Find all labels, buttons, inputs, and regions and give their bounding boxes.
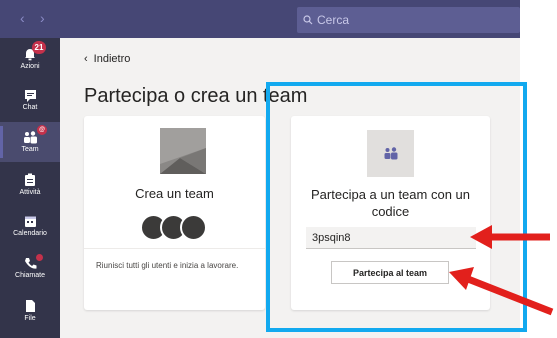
forward-arrow-icon[interactable]: › xyxy=(40,10,45,26)
search-icon xyxy=(303,15,313,25)
join-team-title: Partecipa a un team con un codice xyxy=(311,187,470,219)
rail-item-file[interactable]: File xyxy=(0,290,60,330)
join-team-card: Partecipa a un team con un codice Partec… xyxy=(291,116,490,310)
rail-label: Attività xyxy=(19,188,41,196)
rail-label: Calendario xyxy=(13,230,47,237)
rail-label: Chiamate xyxy=(15,272,45,279)
teams-window: ‹ › Cerca Azioni 21 Chat Team @ Attività xyxy=(0,0,520,338)
rail-label: Azioni xyxy=(20,62,40,70)
teams-icon xyxy=(23,131,37,144)
rail-label: Team xyxy=(21,146,39,153)
rail-label: Chat xyxy=(22,104,38,111)
create-team-title: Crea un team xyxy=(135,186,214,201)
search-box[interactable]: Cerca xyxy=(297,7,520,33)
back-arrow-icon[interactable]: ‹ xyxy=(20,10,25,26)
join-team-button[interactable]: Partecipa al team xyxy=(331,261,449,284)
page-title: Partecipa o crea un team xyxy=(84,85,308,107)
avatar-group xyxy=(140,214,220,241)
rail-label: File xyxy=(24,314,36,322)
divider xyxy=(84,248,265,249)
chat-icon xyxy=(24,90,36,102)
presence-dot xyxy=(36,254,43,261)
calendar-icon xyxy=(24,216,36,227)
rail-item-attivita[interactable]: Attività xyxy=(0,164,60,204)
back-link[interactable]: ‹ Indietro xyxy=(84,53,130,65)
search-placeholder: Cerca xyxy=(317,13,350,27)
notification-badge: 21 xyxy=(32,41,46,54)
notification-badge: @ xyxy=(37,125,47,135)
create-team-card[interactable]: Crea un team Riunisci tutti gli utenti e… xyxy=(84,116,265,310)
assignments-icon xyxy=(25,173,35,186)
rail-item-chat[interactable]: Chat xyxy=(0,80,60,120)
app-rail: Azioni 21 Chat Team @ Attività Calendari… xyxy=(0,38,60,338)
back-label: Indietro xyxy=(93,53,131,65)
avatar xyxy=(180,214,207,241)
create-team-description: Riunisci tutti gli utenti e inizia a lav… xyxy=(96,261,239,270)
rail-item-team[interactable]: Team @ xyxy=(0,122,60,162)
teams-icon xyxy=(367,130,414,177)
rail-item-chiamate[interactable]: Chiamate xyxy=(0,248,60,288)
chevron-left-icon: ‹ xyxy=(84,53,88,65)
rail-item-calendario[interactable]: Calendario xyxy=(0,206,60,246)
phone-icon xyxy=(24,258,36,269)
team-code-input[interactable] xyxy=(306,227,476,249)
create-team-image xyxy=(160,128,206,174)
rail-item-azioni[interactable]: Azioni 21 xyxy=(0,38,60,78)
file-icon xyxy=(25,299,35,312)
title-bar: ‹ › Cerca xyxy=(0,0,520,38)
